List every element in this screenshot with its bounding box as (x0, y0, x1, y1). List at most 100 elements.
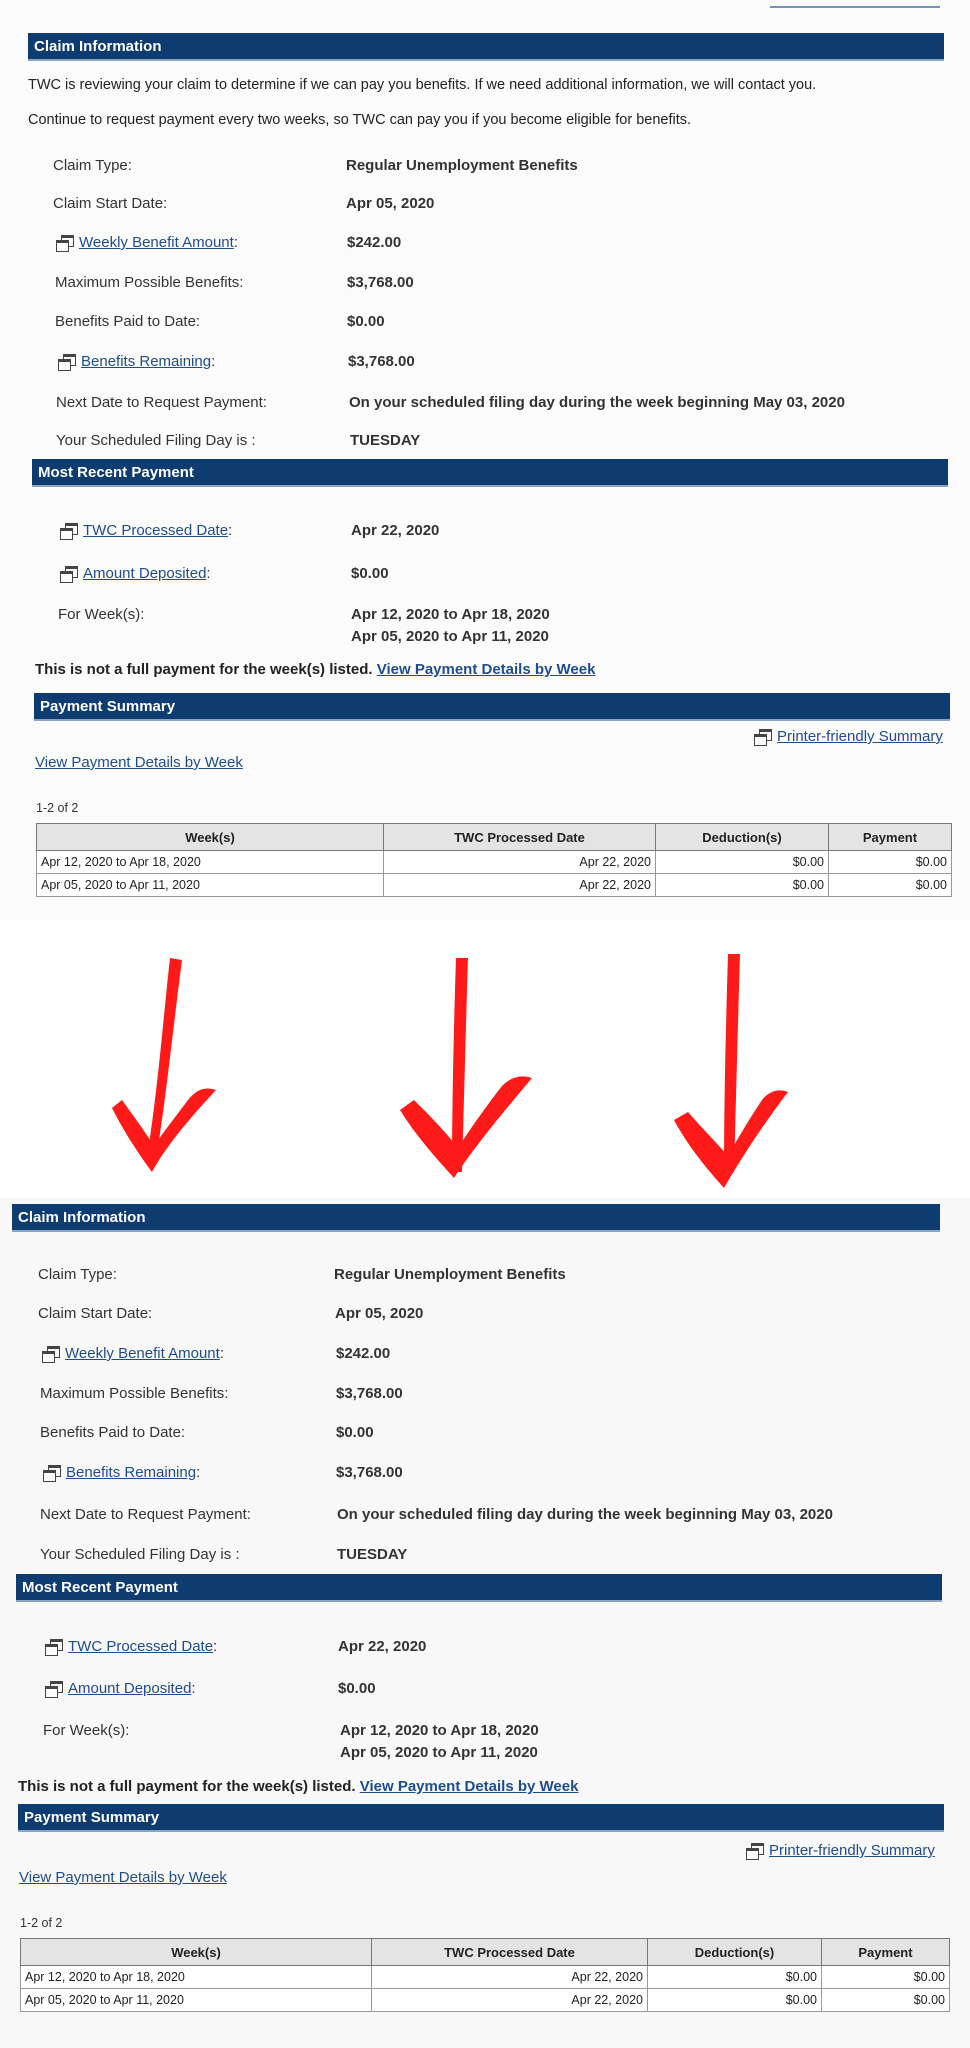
amount-deposited-value: $0.00 (338, 1680, 376, 1697)
amount-deposited-link[interactable]: Amount Deposited (68, 1680, 191, 1697)
filing-day-value: TUESDAY (350, 432, 421, 449)
partial-payment-notice: This is not a full payment for the week(… (35, 661, 596, 678)
popup-window-icon[interactable] (42, 1346, 60, 1363)
column-header-payment[interactable]: Payment (821, 1938, 950, 1966)
view-payment-details-link[interactable]: View Payment Details by Week (360, 1778, 579, 1795)
view-payment-details-by-week-link[interactable]: View Payment Details by Week (35, 754, 243, 771)
benefits-remaining-link[interactable]: Benefits Remaining (66, 1464, 196, 1481)
weekly-benefit-amount-value: $242.00 (336, 1345, 391, 1362)
twc-processed-date-link[interactable]: TWC Processed Date (83, 522, 228, 539)
benefits-remaining-link[interactable]: Benefits Remaining (81, 353, 211, 370)
claim-start-date-label: Claim Start Date: (38, 1305, 153, 1322)
cell-deductions: $0.00 (647, 1965, 822, 1989)
next-request-date-label: Next Date to Request Payment: (40, 1506, 251, 1523)
column-header-weeks[interactable]: Week(s) (36, 823, 384, 851)
table-header-row: Week(s) TWC Processed Date Deduction(s) … (20, 1938, 950, 1966)
top-edge-link-fragment (770, 6, 940, 8)
twc-processed-date-value: Apr 22, 2020 (338, 1638, 427, 1655)
for-weeks-value-2: Apr 05, 2020 to Apr 11, 2020 (340, 1744, 538, 1761)
payment-summary-header: Payment Summary (18, 1804, 944, 1832)
for-weeks-label: For Week(s): (43, 1722, 130, 1739)
claim-start-date-value: Apr 05, 2020 (346, 195, 435, 212)
printer-friendly-row: Printer-friendly Summary (746, 1842, 935, 1860)
popup-window-icon[interactable] (45, 1639, 63, 1656)
next-request-date-value: On your scheduled filing day during the … (337, 1506, 833, 1523)
table-row: Apr 05, 2020 to Apr 11, 2020 Apr 22, 202… (36, 873, 952, 897)
amount-deposited-value: $0.00 (351, 565, 389, 582)
payment-summary-header: Payment Summary (34, 693, 950, 721)
maximum-possible-benefits-value: $3,768.00 (336, 1385, 403, 1402)
for-weeks-label: For Week(s): (58, 606, 145, 623)
claim-intro-line-2: Continue to request payment every two we… (28, 112, 692, 128)
view-payment-details-by-week-link[interactable]: View Payment Details by Week (19, 1869, 227, 1886)
twc-processed-date-link[interactable]: TWC Processed Date (68, 1638, 213, 1655)
most-recent-payment-header: Most Recent Payment (32, 459, 948, 487)
popup-window-icon[interactable] (58, 354, 76, 371)
most-recent-payment-header: Most Recent Payment (16, 1574, 942, 1602)
weekly-benefit-amount-link[interactable]: Weekly Benefit Amount (79, 234, 234, 251)
column-header-processed-date[interactable]: TWC Processed Date (383, 823, 656, 851)
table-row: Apr 12, 2020 to Apr 18, 2020 Apr 22, 202… (20, 1965, 950, 1989)
benefits-paid-label: Benefits Paid to Date: (40, 1424, 186, 1441)
popup-window-icon[interactable] (60, 566, 78, 583)
table-header-row: Week(s) TWC Processed Date Deduction(s) … (36, 823, 952, 851)
popup-window-icon[interactable] (43, 1465, 61, 1482)
popup-window-icon[interactable] (56, 235, 74, 252)
weekly-benefit-amount-link[interactable]: Weekly Benefit Amount (65, 1345, 220, 1362)
printer-friendly-row: Printer-friendly Summary (754, 728, 943, 746)
cell-deductions: $0.00 (647, 1988, 822, 2012)
claim-type-value: Regular Unemployment Benefits (334, 1266, 566, 1283)
cell-deductions: $0.00 (655, 850, 829, 874)
for-weeks-value-2: Apr 05, 2020 to Apr 11, 2020 (351, 628, 549, 645)
for-weeks-value-1: Apr 12, 2020 to Apr 18, 2020 (340, 1722, 539, 1739)
details-link-wrapper: View Payment Details by Week (19, 1869, 227, 1886)
maximum-possible-benefits-label: Maximum Possible Benefits: (55, 274, 244, 291)
cell-payment: $0.00 (821, 1988, 950, 2012)
red-arrow-down-icon (112, 958, 216, 1172)
filing-day-label: Your Scheduled Filing Day is : (40, 1546, 240, 1563)
popup-window-icon[interactable] (60, 523, 78, 540)
red-arrow-down-icon (400, 958, 532, 1178)
bottom-screenshot-panel: Claim Information Claim Type: Regular Un… (0, 1198, 970, 2048)
popup-window-icon[interactable] (45, 1681, 63, 1698)
printer-friendly-icon[interactable] (746, 1843, 764, 1860)
payment-summary-table: Week(s) TWC Processed Date Deduction(s) … (20, 1938, 950, 2012)
printer-friendly-summary-link[interactable]: Printer-friendly Summary (769, 1842, 935, 1859)
red-arrow-down-icon (674, 954, 788, 1188)
benefits-remaining-value: $3,768.00 (348, 353, 415, 370)
column-header-processed-date[interactable]: TWC Processed Date (371, 1938, 648, 1966)
cell-weeks: Apr 12, 2020 to Apr 18, 2020 (20, 1965, 372, 1989)
claim-start-date-value: Apr 05, 2020 (335, 1305, 424, 1322)
column-header-payment[interactable]: Payment (828, 823, 952, 851)
column-header-deductions[interactable]: Deduction(s) (647, 1938, 822, 1966)
claim-type-label: Claim Type: (53, 157, 132, 174)
maximum-possible-benefits-value: $3,768.00 (347, 274, 414, 291)
weekly-benefit-amount-value: $242.00 (347, 234, 402, 251)
claim-start-date-label: Claim Start Date: (53, 195, 168, 212)
amount-deposited-link[interactable]: Amount Deposited (83, 565, 206, 582)
results-count: 1-2 of 2 (36, 801, 79, 815)
cell-payment: $0.00 (828, 873, 952, 897)
payment-summary-table: Week(s) TWC Processed Date Deduction(s) … (36, 823, 952, 897)
next-request-date-value: On your scheduled filing day during the … (349, 394, 845, 411)
printer-friendly-icon[interactable] (754, 729, 772, 746)
column-header-deductions[interactable]: Deduction(s) (655, 823, 829, 851)
filing-day-label: Your Scheduled Filing Day is : (56, 432, 256, 449)
benefits-paid-label: Benefits Paid to Date: (55, 313, 201, 330)
table-row: Apr 12, 2020 to Apr 18, 2020 Apr 22, 202… (36, 850, 952, 874)
maximum-possible-benefits-label: Maximum Possible Benefits: (40, 1385, 229, 1402)
cell-payment: $0.00 (821, 1965, 950, 1989)
benefits-paid-value: $0.00 (347, 313, 385, 330)
claim-type-value: Regular Unemployment Benefits (346, 157, 578, 174)
cell-deductions: $0.00 (655, 873, 829, 897)
column-header-weeks[interactable]: Week(s) (20, 1938, 372, 1966)
benefits-paid-value: $0.00 (336, 1424, 374, 1441)
partial-payment-notice: This is not a full payment for the week(… (18, 1778, 579, 1795)
claim-information-header: Claim Information (12, 1204, 940, 1232)
annotation-arrows-area (0, 920, 970, 1198)
printer-friendly-summary-link[interactable]: Printer-friendly Summary (777, 728, 943, 745)
next-request-date-label: Next Date to Request Payment: (56, 394, 267, 411)
view-payment-details-link[interactable]: View Payment Details by Week (377, 661, 596, 678)
cell-weeks: Apr 12, 2020 to Apr 18, 2020 (36, 850, 384, 874)
cell-processed-date: Apr 22, 2020 (371, 1988, 648, 2012)
